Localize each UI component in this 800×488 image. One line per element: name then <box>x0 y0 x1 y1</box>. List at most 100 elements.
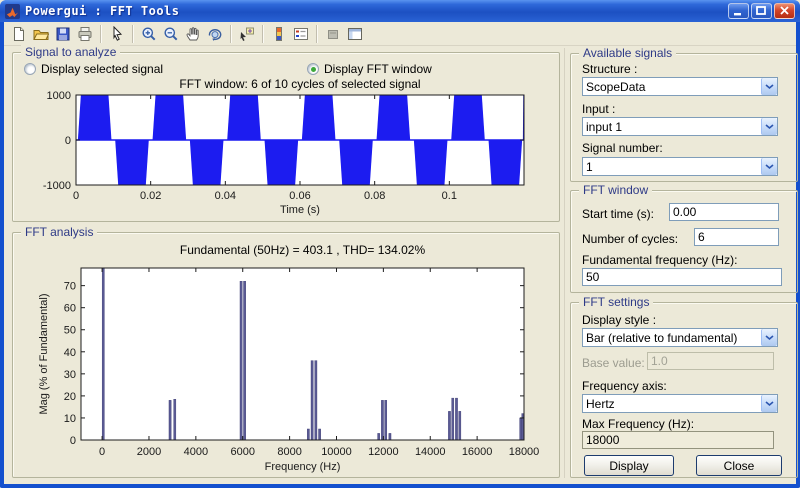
toolbar <box>4 22 796 46</box>
number-of-cycles-label: Number of cycles: <box>582 232 678 246</box>
svg-text:8000: 8000 <box>277 446 301 458</box>
group-title: FFT settings <box>579 295 653 309</box>
radio-display-fft-window[interactable]: Display FFT window <box>307 62 432 76</box>
zoom-in-icon <box>141 26 157 42</box>
close-dialog-button[interactable]: Close <box>696 455 782 476</box>
chevron-down-icon <box>765 164 774 170</box>
toolbar-separator <box>316 25 318 43</box>
toolbar-separator <box>262 25 264 43</box>
base-value-field <box>647 352 774 370</box>
radio-circle-selected-icon <box>307 63 319 75</box>
plot-tools-icon <box>347 26 363 42</box>
dropdown-arrow-button[interactable] <box>761 395 777 412</box>
fundamental-frequency-field[interactable] <box>582 268 782 286</box>
svg-text:0: 0 <box>65 135 71 147</box>
data-cursor-button[interactable] <box>236 23 258 44</box>
title-bar[interactable]: Powergui : FFT Tools <box>0 0 800 22</box>
toolbar-separator <box>132 25 134 43</box>
pointer-icon <box>109 26 125 42</box>
group-title: FFT window <box>579 183 652 197</box>
svg-text:Mag (% of Fundamental): Mag (% of Fundamental) <box>38 293 50 414</box>
svg-text:0: 0 <box>73 190 79 202</box>
svg-text:50: 50 <box>64 325 76 337</box>
powergui-fft-tools-window: Powergui : FFT Tools <box>0 0 800 488</box>
display-style-dropdown[interactable]: Bar (relative to fundamental) <box>582 328 778 347</box>
svg-text:2000: 2000 <box>137 446 161 458</box>
svg-text:0.1: 0.1 <box>442 190 457 202</box>
zoom-in-button[interactable] <box>138 23 160 44</box>
close-button[interactable] <box>774 3 795 19</box>
dropdown-arrow-button[interactable] <box>761 158 777 175</box>
svg-text:14000: 14000 <box>415 446 446 458</box>
new-document-icon <box>11 26 27 42</box>
pointer-tool-button[interactable] <box>106 23 128 44</box>
brush-icon <box>325 26 341 42</box>
svg-text:-1000: -1000 <box>43 180 71 192</box>
number-of-cycles-field[interactable] <box>694 228 779 246</box>
signal-number-value: 1 <box>586 160 593 174</box>
base-value-label: Base value: <box>582 356 645 370</box>
plot-tools-button[interactable] <box>344 23 366 44</box>
maximize-button[interactable] <box>751 3 772 19</box>
zoom-out-icon <box>163 26 179 42</box>
svg-text:40: 40 <box>64 347 76 359</box>
svg-text:20: 20 <box>64 391 76 403</box>
svg-text:60: 60 <box>64 303 76 315</box>
matlab-icon <box>5 4 20 19</box>
print-icon <box>77 26 93 42</box>
radio-display-selected-signal[interactable]: Display selected signal <box>24 62 163 76</box>
rotate-3d-button[interactable] <box>204 23 226 44</box>
legend-button[interactable] <box>290 23 312 44</box>
display-style-label: Display style : <box>582 313 656 327</box>
svg-text:0: 0 <box>70 435 76 447</box>
open-file-button[interactable] <box>30 23 52 44</box>
pan-button[interactable] <box>182 23 204 44</box>
brush-button[interactable] <box>322 23 344 44</box>
start-time-field[interactable] <box>669 203 779 221</box>
input-dropdown[interactable]: input 1 <box>582 117 778 136</box>
svg-text:4000: 4000 <box>184 446 208 458</box>
svg-text:Time (s): Time (s) <box>280 204 320 216</box>
max-frequency-label: Max Frequency (Hz): <box>582 417 694 431</box>
svg-text:18000: 18000 <box>509 446 540 458</box>
frequency-axis-label: Frequency axis: <box>582 379 667 393</box>
svg-text:16000: 16000 <box>462 446 493 458</box>
colorbar-button[interactable] <box>268 23 290 44</box>
svg-text:12000: 12000 <box>368 446 399 458</box>
fft-spectrum-plot: 0 2000 4000 6000 8000 10000 12000 14000 16000 180… <box>34 260 558 476</box>
save-button[interactable] <box>52 23 74 44</box>
minimize-button[interactable] <box>728 3 749 19</box>
open-folder-icon <box>33 26 49 42</box>
signal-number-label: Signal number: <box>582 141 663 155</box>
group-title: FFT analysis <box>21 225 97 239</box>
svg-text:70: 70 <box>64 281 76 293</box>
toolbar-separator <box>100 25 102 43</box>
svg-text:6000: 6000 <box>230 446 254 458</box>
dropdown-arrow-button[interactable] <box>761 329 777 346</box>
frequency-axis-dropdown[interactable]: Hertz <box>582 394 778 413</box>
structure-dropdown[interactable]: ScopeData <box>582 77 778 96</box>
svg-text:0.04: 0.04 <box>215 190 236 202</box>
chevron-down-icon <box>765 84 774 90</box>
svg-text:10000: 10000 <box>321 446 352 458</box>
signal-number-dropdown[interactable]: 1 <box>582 157 778 176</box>
group-title: Signal to analyze <box>21 45 120 59</box>
window-title: Powergui : FFT Tools <box>25 4 180 18</box>
svg-text:0.06: 0.06 <box>289 190 310 202</box>
structure-value: ScopeData <box>586 80 645 94</box>
max-frequency-field[interactable] <box>582 431 774 449</box>
toolbar-separator <box>230 25 232 43</box>
display-button[interactable]: Display <box>584 455 674 476</box>
group-title: Available signals <box>579 46 676 60</box>
new-document-button[interactable] <box>8 23 30 44</box>
data-cursor-icon <box>239 26 255 42</box>
svg-text:0.08: 0.08 <box>364 190 385 202</box>
svg-text:1000: 1000 <box>47 90 71 102</box>
dropdown-arrow-button[interactable] <box>761 78 777 95</box>
print-button[interactable] <box>74 23 96 44</box>
zoom-out-button[interactable] <box>160 23 182 44</box>
pan-hand-icon <box>185 26 201 42</box>
dropdown-arrow-button[interactable] <box>761 118 777 135</box>
chevron-down-icon <box>765 124 774 130</box>
display-style-value: Bar (relative to fundamental) <box>586 331 737 345</box>
